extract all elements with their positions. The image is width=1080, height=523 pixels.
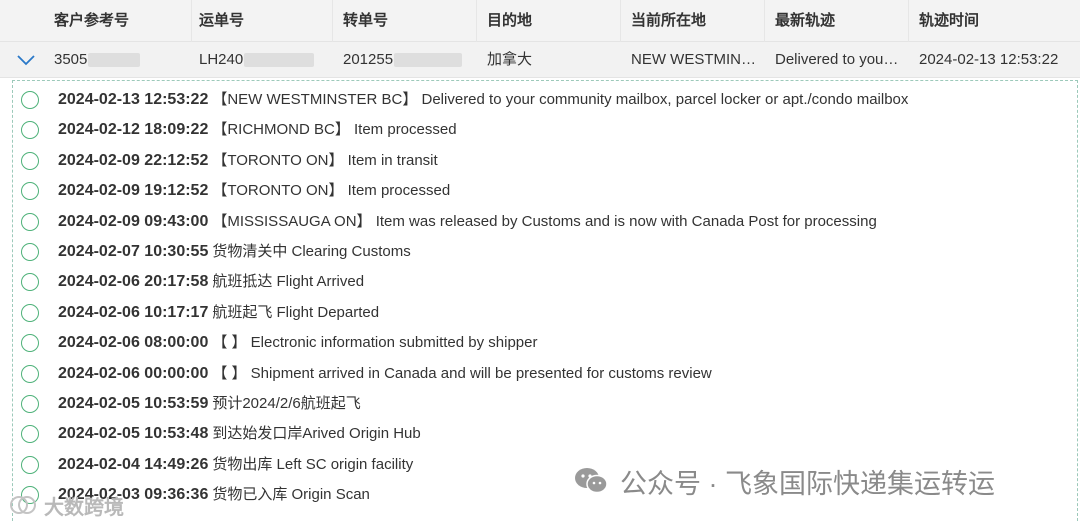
event-time: 2024-02-09 19:12:52 [58,182,209,200]
timeline-event: 2024-02-09 09:43:00 【MISSISSAUGA ON】 Item… [13,207,1079,237]
event-time: 2024-02-06 10:17:17 [58,303,209,321]
event-description: 货物已入库 Origin Scan [212,486,370,504]
status-circle-icon [21,455,39,474]
event-text: 2024-02-09 22:12:52 【TORONTO ON】 Item in … [58,146,438,176]
event-text: 2024-02-12 18:09:22 【RICHMOND BC】 Item pr… [58,115,457,145]
cell-current-location: NEW WESTMINSTER BC [631,51,765,68]
event-time: 2024-02-05 10:53:59 [58,395,209,412]
event-time: 2024-02-07 10:30:55 [58,243,209,260]
event-time: 2024-02-13 12:53:22 [58,91,209,108]
event-text: 2024-02-06 08:00:00 【 】 Electronic inform… [58,328,537,358]
cell-destination: 加拿大 [487,51,533,68]
event-time: 2024-02-04 14:49:26 [58,455,209,473]
status-circle-icon [21,364,39,383]
status-circle-icon [21,91,39,109]
watermark-text: 公众号 · 飞象国际快递集运转运 [620,468,995,499]
chevron-down-icon [17,55,35,66]
brand-logo-icon [10,496,36,514]
transfer-no-value: 201255 [343,51,394,68]
table-header: 客户参考号 运单号 转单号 目的地 当前所在地 最新轨迹 轨迹时间 [0,0,1080,42]
column-header-latest-track[interactable]: 最新轨迹 [765,0,909,42]
status-circle-icon [21,273,39,292]
timeline-event: 2024-02-06 08:00:00 【 】 Electronic inform… [13,328,1079,358]
event-text: 2024-02-06 10:17:17 航班起飞 Flight Departed [58,298,379,328]
cell-track-time: 2024-02-13 12:53:22 [919,51,1059,68]
event-description: 【MISSISSAUGA ON】 Item was released by Cu… [212,212,877,230]
cell-customer-ref: 3505 [44,42,189,78]
status-circle-icon [21,395,39,413]
event-description: 航班起飞 Flight Departed [212,303,380,321]
event-text: 2024-02-06 00:00:00 【 】 Shipment arrived … [58,359,712,389]
wechat-icon [575,468,608,494]
timeline-event: 2024-02-13 12:53:22 【NEW WESTMINSTER BC】 … [13,85,1079,115]
event-description: 预计2024/2/6航班起飞 [212,395,361,412]
cell-waybill: LH240 [189,42,333,78]
cell-latest-track: Delivered to your community mailbox, par… [775,51,909,68]
event-text: 2024-02-05 10:53:48 到达始发口岸Arived Origin H… [58,419,421,449]
event-description: 货物出库 Left SC origin facility [212,455,414,473]
event-text: 2024-02-09 19:12:52 【TORONTO ON】 Item pro… [58,176,450,206]
event-description: 【RICHMOND BC】 Item processed [212,121,457,139]
customer-ref-value: 3505 [54,51,88,68]
event-text: 2024-02-06 20:17:58 航班抵达 Flight Arrived [58,267,364,297]
status-circle-icon [21,151,39,170]
column-header-current-location[interactable]: 当前所在地 [621,0,765,42]
column-header-track-time[interactable]: 轨迹时间 [909,0,1080,42]
status-circle-icon [21,334,39,353]
event-description: 【NEW WESTMINSTER BC】 Delivered to your c… [212,91,909,108]
corner-watermark: 大数跨境 [10,492,124,519]
timeline-event: 2024-02-05 10:53:48 到达始发口岸Arived Origin H… [13,419,1079,449]
redaction-mask [88,53,141,68]
corner-watermark-text: 大数跨境 [44,496,124,519]
timeline-event: 2024-02-06 20:17:58 航班抵达 Flight Arrived [13,267,1079,297]
event-time: 2024-02-06 08:00:00 [58,334,209,352]
timeline-event: 2024-02-09 19:12:52 【TORONTO ON】 Item pro… [13,176,1079,206]
redaction-mask [394,53,463,68]
event-description: 【 】 Electronic information submitted by … [212,334,538,352]
event-text: 2024-02-09 09:43:00 【MISSISSAUGA ON】 Item… [58,207,877,237]
column-header-waybill[interactable]: 运单号 [189,0,333,42]
event-text: 2024-02-13 12:53:22 【NEW WESTMINSTER BC】 … [58,85,908,115]
event-time: 2024-02-12 18:09:22 [58,121,209,139]
event-text: 2024-02-07 10:30:55 货物清关中 Clearing Custom… [58,237,411,267]
event-time: 2024-02-09 22:12:52 [58,151,209,169]
cell-transfer-no: 201255 [333,42,477,78]
status-circle-icon [21,121,39,140]
event-text: 2024-02-04 14:49:26 货物出库 Left SC origin f… [58,450,413,480]
event-description: 【 】 Shipment arrived in Canada and will … [212,364,712,382]
tracking-timeline: 2024-02-13 12:53:22 【NEW WESTMINSTER BC】 … [12,80,1078,521]
event-description: 【TORONTO ON】 Item processed [212,182,451,200]
timeline-event: 2024-02-07 10:30:55 货物清关中 Clearing Custom… [13,237,1079,267]
event-description: 货物清关中 Clearing Customs [212,243,411,260]
event-time: 2024-02-06 00:00:00 [58,364,209,382]
event-description: 航班抵达 Flight Arrived [212,273,365,291]
event-description: 到达始发口岸Arived Origin Hub [212,425,421,443]
table-row[interactable]: 3505 LH240 201255 加拿大 NEW WESTMINSTER BC… [0,42,1080,78]
column-header-customer-ref[interactable]: 客户参考号 [44,0,192,42]
status-circle-icon [21,243,39,261]
timeline-event: 2024-02-06 00:00:00 【 】 Shipment arrived … [13,359,1079,389]
column-header-destination[interactable]: 目的地 [477,0,621,42]
column-header-transfer-no[interactable]: 转单号 [333,0,477,42]
status-circle-icon [21,303,39,322]
event-time: 2024-02-06 20:17:58 [58,273,209,291]
expand-toggle[interactable] [14,50,38,70]
timeline-event: 2024-02-09 22:12:52 【TORONTO ON】 Item in … [13,146,1079,176]
status-circle-icon [21,212,39,231]
event-text: 2024-02-05 10:53:59 预计2024/2/6航班起飞 [58,389,361,419]
timeline-event: 2024-02-06 10:17:17 航班起飞 Flight Departed [13,298,1079,328]
status-circle-icon [21,182,39,201]
status-circle-icon [21,425,39,444]
event-time: 2024-02-09 09:43:00 [58,212,209,230]
timeline-event: 2024-02-05 10:53:59 预计2024/2/6航班起飞 [13,389,1079,419]
event-description: 【TORONTO ON】 Item in transit [212,151,438,169]
redaction-mask [244,53,315,68]
waybill-value: LH240 [199,51,244,68]
event-time: 2024-02-05 10:53:48 [58,425,209,443]
watermark: 公众号 · 飞象国际快递集运转运 [574,463,995,499]
timeline-event: 2024-02-12 18:09:22 【RICHMOND BC】 Item pr… [13,115,1079,145]
